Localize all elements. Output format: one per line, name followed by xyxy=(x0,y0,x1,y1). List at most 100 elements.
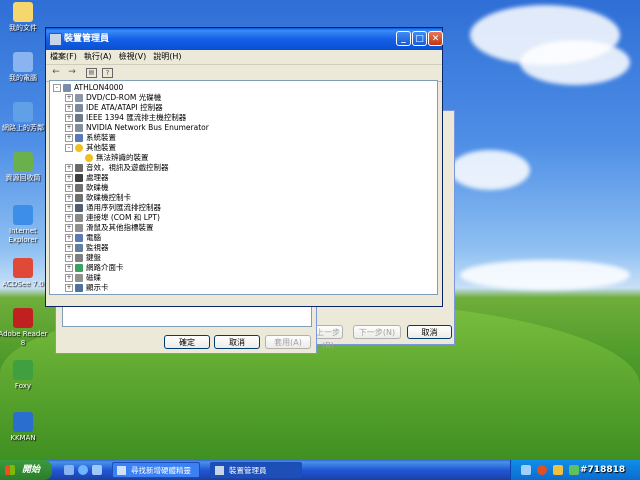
tree-item[interactable]: + 系統裝置 xyxy=(53,133,437,143)
warning-device-icon xyxy=(85,154,93,162)
desktop-icon-5[interactable]: ACDSee 7.0 xyxy=(0,258,50,289)
tree-item-label: 滑鼠及其他指標裝置 xyxy=(86,223,154,232)
expand-icon[interactable]: + xyxy=(65,244,73,252)
wizard-cancel-button[interactable]: 取消 xyxy=(407,325,452,339)
tree-item-label: DVD/CD-ROM 光碟機 xyxy=(86,93,162,102)
ok-button[interactable]: 確定 xyxy=(164,335,210,349)
expand-icon[interactable]: + xyxy=(65,94,73,102)
desktop-icon-6[interactable]: Adobe Reader 8 xyxy=(0,308,50,348)
tree-item[interactable]: + 通用序列匯流排控制器 xyxy=(53,203,437,213)
safely-remove-tray-icon[interactable] xyxy=(569,465,579,475)
tree-item[interactable]: + 磁碟 xyxy=(53,273,437,283)
tree-item[interactable]: + 滑鼠及其他指標裝置 xyxy=(53,223,437,233)
taskbar-item-wizard[interactable]: 尋找新增硬體精靈 xyxy=(112,462,200,478)
expand-icon[interactable]: + xyxy=(65,104,73,112)
help-icon[interactable]: ? xyxy=(102,68,113,78)
wizard-next-button[interactable]: 下一步(N) xyxy=(353,325,401,339)
expand-icon[interactable]: + xyxy=(65,264,73,272)
tree-item-label: IEEE 1394 匯流排主機控制器 xyxy=(86,113,187,122)
recycle-bin-icon xyxy=(13,152,33,172)
device-tree: - ATHLON4000 + DVD/CD-ROM 光碟機 + IDE ATA/ATAPI… xyxy=(49,80,438,295)
menu-item-1[interactable]: 執行(A) xyxy=(84,52,112,61)
tree-root-label: ATHLON4000 xyxy=(74,83,124,92)
device-manager-titlebar[interactable]: 裝置管理員 _ □ ✕ xyxy=(46,28,443,50)
tree-item[interactable]: + 顯示卡 xyxy=(53,283,437,293)
menu-bar: 檔案(F) 執行(A) 檢視(V) 說明(H) xyxy=(46,50,442,65)
tree-item[interactable]: + 連接埠 (COM 和 LPT) xyxy=(53,213,437,223)
device-icon xyxy=(75,114,83,122)
windows-logo-icon xyxy=(5,465,15,475)
cancel-button[interactable]: 取消 xyxy=(214,335,260,349)
tree-item[interactable]: + 軟碟機控制卡 xyxy=(53,193,437,203)
expand-icon[interactable]: + xyxy=(65,234,73,242)
expand-icon[interactable]: + xyxy=(65,254,73,262)
desktop-icon-label: Adobe Reader 8 xyxy=(0,330,48,347)
expand-icon[interactable]: + xyxy=(65,284,73,292)
tree-item-label: 磁碟 xyxy=(86,273,101,282)
close-button[interactable]: ✕ xyxy=(428,31,443,46)
tree-item-label: IDE ATA/ATAPI 控制器 xyxy=(86,103,163,112)
menu-item-0[interactable]: 檔案(F) xyxy=(50,52,77,61)
tree-item[interactable]: + 監視器 xyxy=(53,243,437,253)
tree-item[interactable]: + IEEE 1394 匯流排主機控制器 xyxy=(53,113,437,123)
tree-item[interactable]: + 音效，視訊及遊戲控制器 xyxy=(53,163,437,173)
tree-item[interactable]: + 電腦 xyxy=(53,233,437,243)
show-desktop-icon[interactable] xyxy=(64,465,74,475)
forward-arrow-icon[interactable]: → xyxy=(66,67,78,78)
expand-icon[interactable]: + xyxy=(65,134,73,142)
collapse-icon[interactable]: - xyxy=(53,84,61,92)
back-arrow-icon[interactable]: ← xyxy=(50,67,62,78)
tree-item[interactable]: + IDE ATA/ATAPI 控制器 xyxy=(53,103,437,113)
expand-icon[interactable]: + xyxy=(65,124,73,132)
tree-item-label: 系統裝置 xyxy=(86,133,116,142)
security-tray-icon[interactable] xyxy=(537,465,547,475)
computer-icon xyxy=(63,84,71,92)
maximize-button[interactable]: □ xyxy=(412,31,427,46)
desktop-icon-label: KKMAN xyxy=(10,434,36,442)
expand-icon[interactable]: + xyxy=(65,114,73,122)
desktop-icon-label: 網路上的芳鄰 xyxy=(2,124,44,132)
wizard-back-button[interactable]: 上一步(B) xyxy=(313,325,343,350)
tree-root[interactable]: - ATHLON4000 xyxy=(53,83,437,93)
expand-icon[interactable]: + xyxy=(65,224,73,232)
menu-item-2[interactable]: 檢視(V) xyxy=(119,52,147,61)
tree-item[interactable]: - 其他裝置 xyxy=(53,143,437,153)
ie-quicklaunch-icon[interactable] xyxy=(78,465,88,475)
expand-icon[interactable]: + xyxy=(65,164,73,172)
tree-item[interactable]: + 處理器 xyxy=(53,173,437,183)
expand-icon[interactable]: + xyxy=(65,214,73,222)
desktop-icon-1[interactable]: 我的電腦 xyxy=(0,52,50,83)
tree-item[interactable]: + NVIDIA Network Bus Enumerator xyxy=(53,123,437,133)
volume-tray-icon[interactable] xyxy=(553,465,563,475)
menu-item-3[interactable]: 說明(H) xyxy=(153,52,181,61)
tree-item[interactable]: + 軟碟機 xyxy=(53,183,437,193)
expand-icon[interactable]: + xyxy=(65,184,73,192)
media-quicklaunch-icon[interactable] xyxy=(92,465,102,475)
expand-icon[interactable]: + xyxy=(65,194,73,202)
tree-item[interactable]: + 鍵盤 xyxy=(53,253,437,263)
minimize-button[interactable]: _ xyxy=(396,31,411,46)
desktop-icon-0[interactable]: 我的文件 xyxy=(0,2,50,33)
desktop-icon-7[interactable]: Foxy xyxy=(0,360,50,391)
device-icon xyxy=(75,124,83,132)
tree-item[interactable]: 無法辨識的裝置 xyxy=(53,153,437,163)
tree-item[interactable]: + DVD/CD-ROM 光碟機 xyxy=(53,93,437,103)
collapse-icon[interactable]: - xyxy=(65,144,73,152)
expand-icon[interactable]: + xyxy=(65,174,73,182)
tree-item[interactable]: + 網路介面卡 xyxy=(53,263,437,273)
desktop-icon-label: 資源回收筒 xyxy=(5,174,41,182)
desktop-icon-3[interactable]: 資源回收筒 xyxy=(0,152,50,183)
desktop-icon-2[interactable]: 網路上的芳鄰 xyxy=(0,102,50,133)
device-manager-task-icon xyxy=(215,466,224,475)
start-button[interactable]: 開始 xyxy=(0,460,52,480)
device-icon xyxy=(75,224,83,232)
desktop-icon-8[interactable]: KKMAN xyxy=(0,412,50,443)
expand-icon[interactable]: + xyxy=(65,204,73,212)
apply-button[interactable]: 套用(A) xyxy=(265,335,311,349)
properties-icon[interactable]: ▤ xyxy=(86,68,97,78)
desktop-icon-4[interactable]: Internet Explorer xyxy=(0,205,50,245)
expand-icon[interactable]: + xyxy=(65,274,73,282)
network-tray-icon[interactable] xyxy=(521,465,531,475)
taskbar-item-device-manager[interactable]: 裝置管理員 xyxy=(210,462,302,478)
tree-item-label: 連接埠 (COM 和 LPT) xyxy=(86,213,160,222)
